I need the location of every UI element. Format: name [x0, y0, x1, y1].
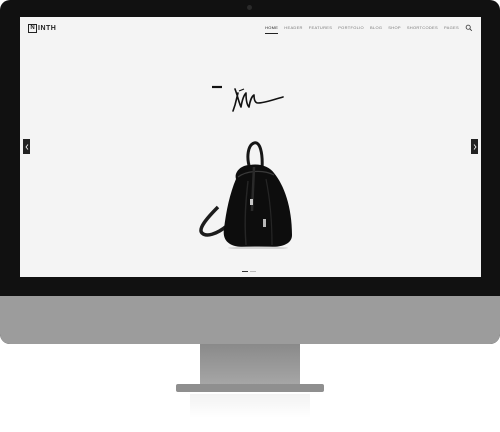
nav-item-portfolio[interactable]: PORTFOLIO	[338, 25, 364, 30]
stand-reflection	[190, 394, 310, 418]
main-navigation: HOME HEADER FEATURES PORTFOLIO BLOG SHOP…	[265, 25, 459, 34]
nav-item-shop[interactable]: SHOP	[388, 25, 401, 30]
nav-item-features[interactable]: FEATURES	[309, 25, 332, 30]
nav-item-home[interactable]: HOME	[265, 25, 279, 34]
monitor-stand-neck	[200, 344, 300, 386]
slider-pagination	[242, 271, 256, 272]
logo-mark: N	[28, 23, 37, 33]
slider-prev-button[interactable]	[23, 139, 30, 154]
slider-dot-1[interactable]	[242, 271, 248, 272]
signature-graphic	[212, 85, 284, 112]
logo-text: INTH	[38, 24, 57, 32]
monitor-stand-base	[176, 384, 324, 392]
chevron-right-icon	[473, 143, 477, 150]
nav-item-blog[interactable]: BLOG	[370, 25, 382, 30]
site-logo[interactable]: N INTH	[28, 23, 56, 33]
chevron-left-icon	[24, 143, 28, 150]
nav-item-pages[interactable]: PAGES	[444, 25, 459, 30]
webcam	[247, 5, 252, 10]
product-bag-image	[199, 141, 292, 249]
slider-dot-2[interactable]	[250, 271, 256, 272]
monitor-chin	[0, 296, 500, 344]
nav-item-header[interactable]: HEADER	[284, 25, 302, 30]
slider-next-button[interactable]	[471, 139, 478, 154]
website-screen: N INTH HOME HEADER FEATURES PORTFOLIO BL…	[20, 17, 481, 277]
search-icon[interactable]	[465, 24, 473, 32]
monitor-frame: N INTH HOME HEADER FEATURES PORTFOLIO BL…	[0, 0, 500, 344]
nav-item-shortcodes[interactable]: SHORTCODES	[407, 25, 438, 30]
